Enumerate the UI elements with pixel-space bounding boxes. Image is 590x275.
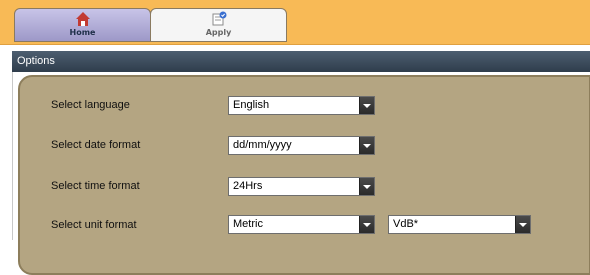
top-toolbar: Home Apply — [0, 0, 590, 45]
language-label: Select language — [51, 99, 130, 111]
options-header: Options — [12, 51, 590, 72]
date-format-select[interactable]: dd/mm/yyyy — [228, 136, 375, 155]
chevron-down-icon[interactable] — [359, 97, 374, 114]
unit-format-select[interactable]: Metric — [228, 215, 375, 234]
date-format-select-value: dd/mm/yyyy — [233, 139, 292, 151]
apply-icon — [212, 11, 226, 26]
language-select[interactable]: English — [228, 96, 375, 115]
unit-format-label: Select unit format — [51, 219, 137, 231]
language-select-value: English — [233, 99, 270, 111]
unit-format-select-value: Metric — [233, 218, 263, 230]
unit-subformat-select-value: VdB* — [393, 218, 419, 230]
tab-apply-label: Apply — [205, 28, 232, 37]
time-format-select-value: 24Hrs — [233, 180, 263, 192]
chevron-down-icon[interactable] — [359, 216, 374, 233]
options-box: Select language English Select date form… — [18, 75, 590, 275]
tab-home[interactable]: Home — [14, 8, 151, 42]
time-format-label: Select time format — [51, 180, 140, 192]
chevron-down-icon[interactable] — [359, 178, 374, 195]
unit-subformat-select[interactable]: VdB* — [388, 215, 531, 234]
home-icon — [75, 12, 90, 26]
tab-apply[interactable]: Apply — [150, 8, 287, 42]
options-panel: Select language English Select date form… — [12, 72, 590, 275]
chevron-down-icon[interactable] — [359, 137, 374, 154]
chevron-down-icon[interactable] — [515, 216, 530, 233]
time-format-select[interactable]: 24Hrs — [228, 177, 375, 196]
tab-home-label: Home — [69, 28, 96, 37]
date-format-label: Select date format — [51, 139, 141, 151]
